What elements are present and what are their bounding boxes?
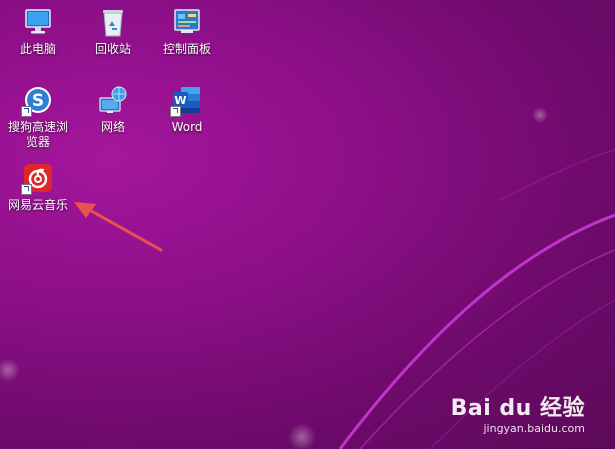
annotation-arrow [74, 202, 163, 252]
baidu-jingyan-watermark: Bai du 经验 jingyan.baidu.com [451, 390, 585, 435]
desktop-background: 此电脑 回收站 控制面板 S 搜狗高速浏览器 网络 W Word 网易云音乐 B… [0, 0, 615, 449]
watermark-brand: Bai du 经验 [450, 396, 585, 421]
watermark-url: jingyan.baidu.com [483, 422, 585, 435]
